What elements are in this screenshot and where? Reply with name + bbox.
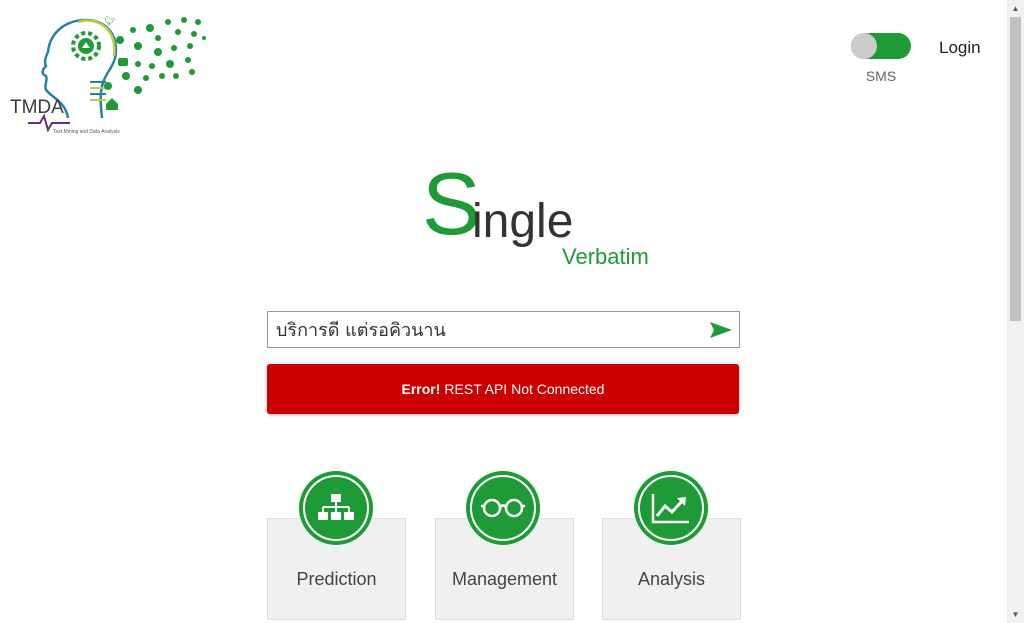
sms-toggle-label: SMS	[865, 68, 897, 84]
login-link[interactable]: Login	[939, 38, 981, 58]
search-input[interactable]	[268, 312, 706, 347]
tmda-logo: 🐦︎ TMDA Text Mining and Data Analysis	[8, 8, 213, 138]
logo-graphic: 🐦︎ TMDA Text Mining and Data Analysis	[10, 16, 206, 135]
analysis-icon-circle[interactable]	[633, 470, 709, 546]
scroll-down-arrow-icon[interactable]: ▼	[1007, 606, 1024, 623]
scroll-up-arrow-icon[interactable]: ▲	[1007, 0, 1024, 17]
brand-title: S ingle Verbatim	[420, 160, 680, 280]
logo-tagline: Text Mining and Data Analysis	[53, 129, 120, 135]
management-icon-circle[interactable]	[465, 470, 541, 546]
card-label: Management	[451, 569, 558, 589]
send-icon[interactable]	[709, 320, 733, 340]
error-message: REST API Not Connected	[444, 381, 605, 397]
brand-subtitle: Verbatim	[562, 244, 649, 269]
svg-text:🐦︎: 🐦︎	[104, 16, 116, 27]
card-label: Analysis	[637, 569, 706, 589]
sms-toggle[interactable]	[851, 33, 911, 59]
brand-rest: ingle	[472, 195, 574, 248]
prediction-icon-circle[interactable]	[298, 470, 374, 546]
search-box	[267, 311, 740, 348]
scrollbar-thumb[interactable]	[1010, 17, 1021, 321]
glasses-icon	[481, 498, 525, 518]
error-banner: Error! REST API Not Connected	[267, 364, 739, 414]
vertical-scrollbar[interactable]: ▲ ▼	[1007, 0, 1024, 623]
chart-line-icon	[651, 494, 689, 524]
error-prefix: Error!	[401, 381, 441, 397]
sitemap-icon	[318, 494, 354, 520]
card-label: Prediction	[296, 569, 377, 589]
logo-text: TMDA	[10, 97, 64, 118]
toggle-knob	[851, 33, 877, 59]
